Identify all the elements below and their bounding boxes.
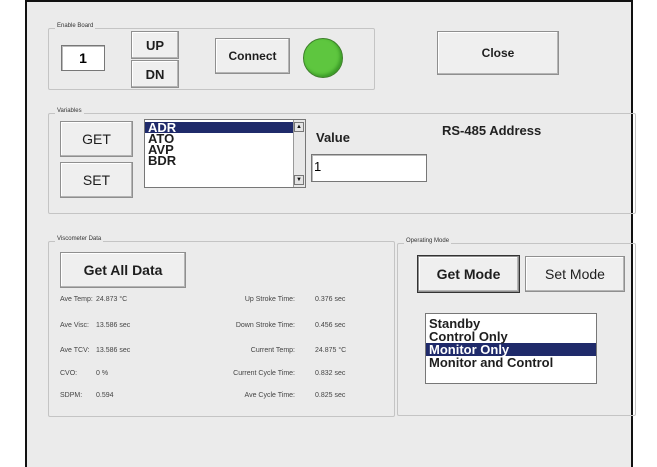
cvo-label: CVO: — [60, 370, 78, 377]
ave-visc-label: Ave Visc: — [60, 322, 89, 329]
set-variable-button[interactable]: SET — [60, 162, 133, 198]
ave-tcv-label: Ave TCV: — [60, 347, 90, 354]
scroll-down-arrow-icon[interactable]: ▼ — [294, 175, 304, 185]
down-button[interactable]: DN — [131, 60, 179, 88]
sdpm-label: SDPM: — [60, 392, 83, 399]
connection-status-led — [303, 38, 343, 78]
value-label: Value — [316, 130, 350, 145]
operating-mode-list[interactable]: Standby Control Only Monitor Only Monito… — [425, 313, 597, 384]
enable-board-legend: Enable Board — [55, 22, 96, 31]
up-stroke-time-value: 0.376 sec — [315, 296, 346, 303]
variables-scrollbar[interactable]: ▲ ▼ — [293, 120, 305, 187]
ave-temp-label: Ave Temp: — [60, 296, 93, 303]
board-number-field[interactable]: 1 — [61, 45, 105, 71]
variables-list[interactable]: ADR ATO AVP BDR ▲ ▼ — [144, 119, 306, 188]
cvo-value: 0 % — [96, 370, 109, 377]
mode-item-monitor-and-control[interactable]: Monitor and Control — [426, 356, 596, 369]
get-all-data-button[interactable]: Get All Data — [60, 252, 186, 288]
down-stroke-time-value: 0.456 sec — [315, 322, 346, 329]
current-cycle-time-label: Current Cycle Time: — [233, 370, 295, 377]
set-mode-button[interactable]: Set Mode — [525, 256, 625, 292]
ave-temp-value: 24.873 °C — [96, 296, 128, 303]
variable-description: RS-485 Address — [442, 123, 542, 138]
current-temp-value: 24.875 °C — [315, 347, 347, 354]
sdpm-value: 0.594 — [96, 392, 114, 399]
up-stroke-time-label: Up Stroke Time: — [244, 296, 295, 303]
up-button[interactable]: UP — [131, 31, 179, 59]
value-input[interactable]: 1 — [311, 154, 427, 182]
get-mode-button[interactable]: Get Mode — [418, 256, 519, 292]
value-input-text: 1 — [314, 159, 322, 174]
variables-legend: Variables — [55, 107, 84, 116]
viscometer-data-legend: Viscometer Data — [55, 235, 104, 244]
current-cycle-time-value: 0.832 sec — [315, 370, 346, 377]
ave-tcv-value: 13.586 sec — [96, 347, 131, 354]
current-temp-label: Current Temp: — [250, 347, 295, 354]
app-window: Enable Board 1 UP DN Connect Close Varia… — [25, 0, 636, 467]
variable-item-bdr[interactable]: BDR — [145, 154, 305, 167]
operating-mode-legend: Operating Mode — [404, 237, 452, 246]
scroll-up-arrow-icon[interactable]: ▲ — [294, 122, 304, 132]
connect-button[interactable]: Connect — [215, 38, 290, 74]
ave-cycle-time-label: Ave Cycle Time: — [244, 392, 295, 399]
ave-cycle-time-value: 0.825 sec — [315, 392, 346, 399]
get-variable-button[interactable]: GET — [60, 121, 133, 157]
close-button[interactable]: Close — [437, 31, 559, 75]
board-number-value: 1 — [79, 50, 87, 66]
down-stroke-time-label: Down Stroke Time: — [235, 322, 295, 329]
ave-visc-value: 13.586 sec — [96, 322, 131, 329]
